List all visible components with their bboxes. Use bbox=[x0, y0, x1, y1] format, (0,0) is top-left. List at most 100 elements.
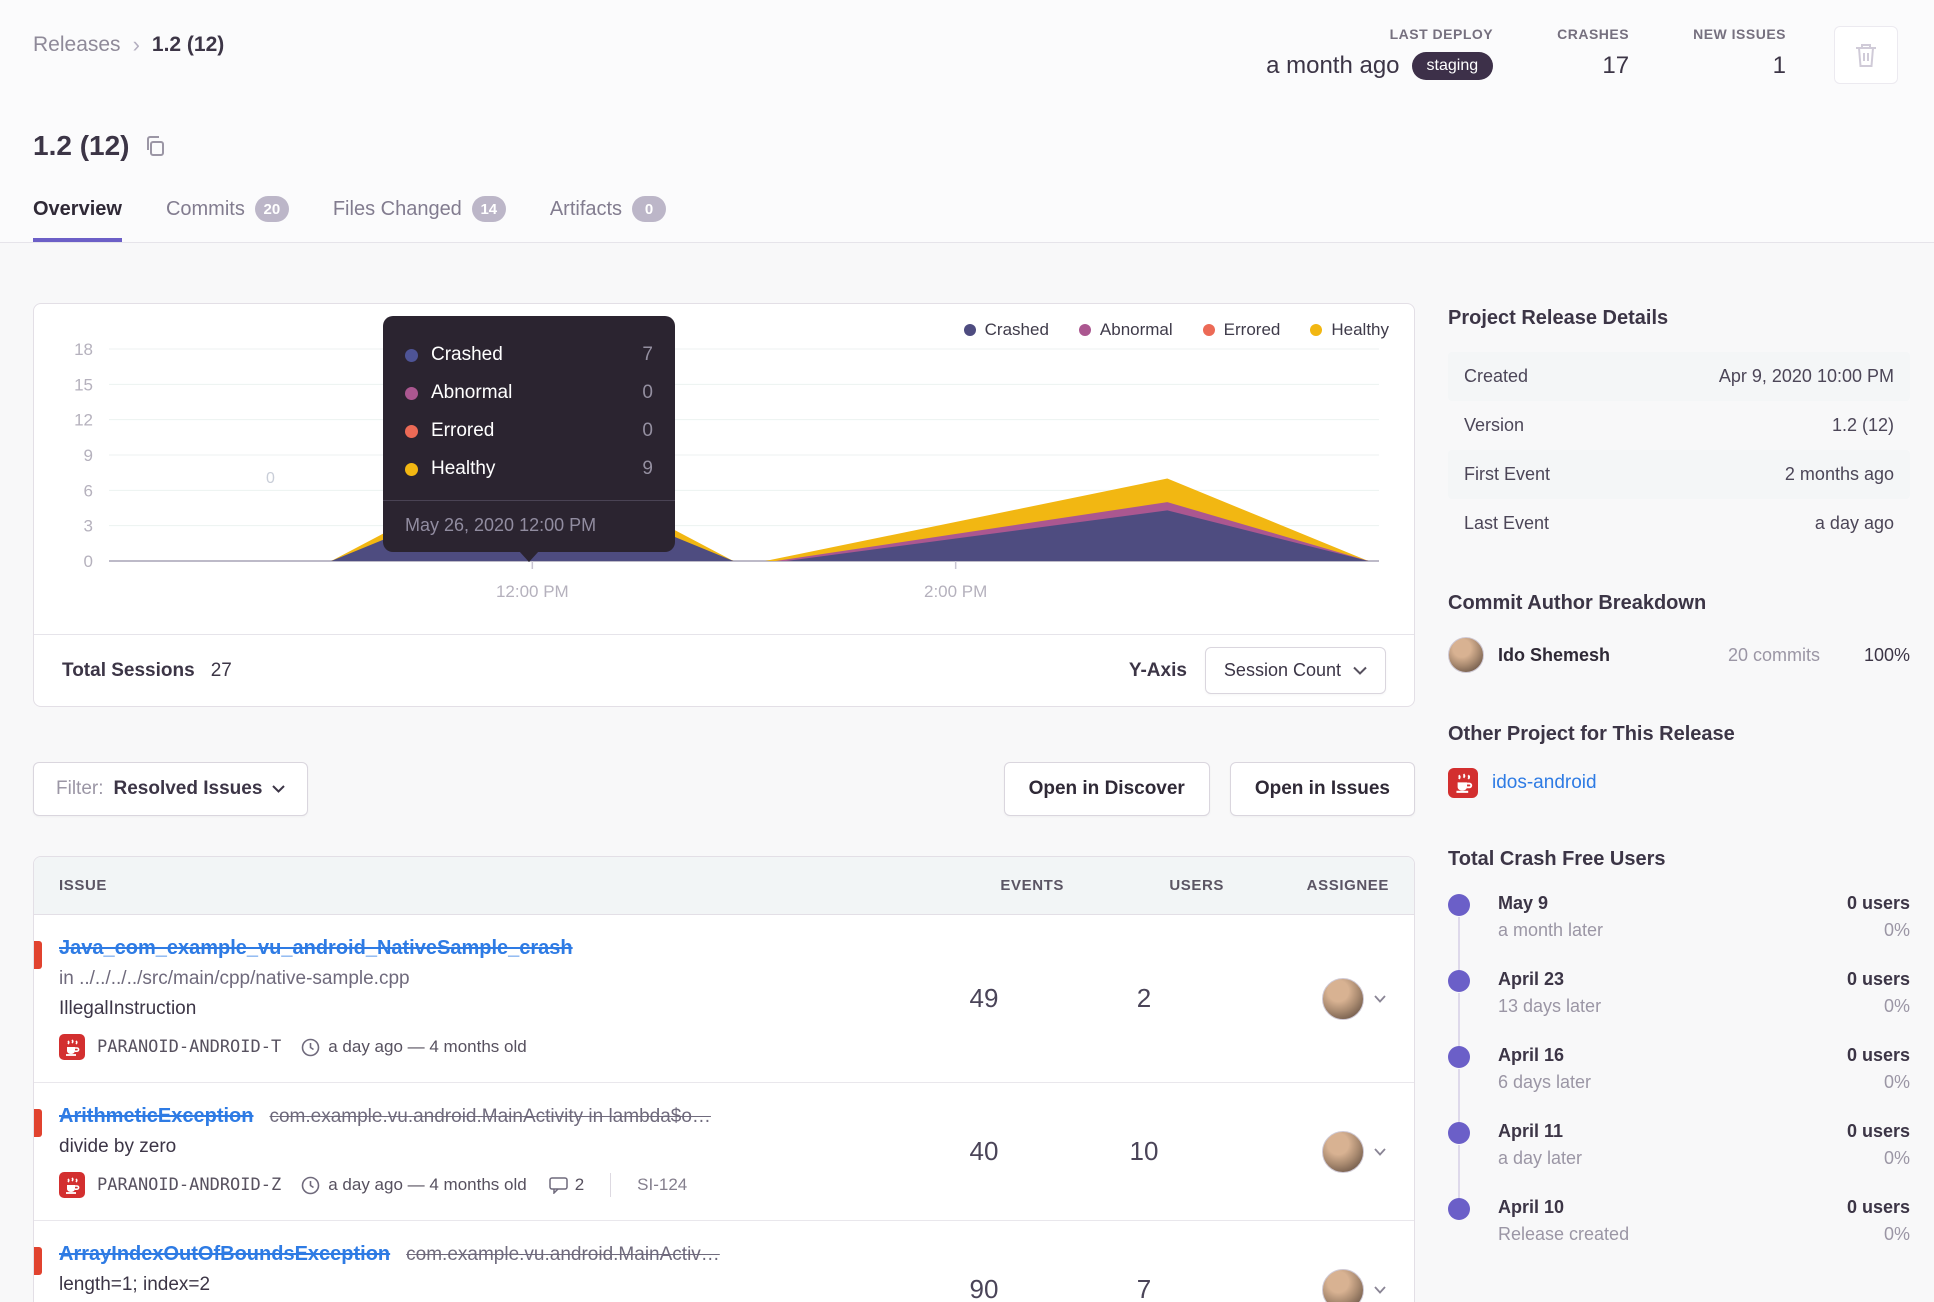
new-issues-value: 1 bbox=[1772, 52, 1786, 79]
commit-authors-heading: Commit Author Breakdown bbox=[1448, 592, 1707, 614]
issue-location: com.example.vu.android.MainActiv… bbox=[406, 1244, 720, 1265]
release-stats: LAST DEPLOY a month ago staging CRASHES … bbox=[1266, 26, 1786, 80]
linked-issue-ref[interactable]: SI-124 bbox=[637, 1175, 687, 1195]
tooltip-healthy-dot-icon bbox=[405, 462, 418, 476]
first-event-value: 2 months ago bbox=[1784, 464, 1894, 484]
svg-text:0: 0 bbox=[84, 552, 93, 571]
release-details-table: Created Apr 9, 2020 10:00 PM Version 1.2… bbox=[1448, 352, 1910, 548]
release-details-heading: Project Release Details bbox=[1448, 307, 1669, 329]
tooltip-errored-label: Errored bbox=[431, 420, 495, 441]
y-axis-select[interactable]: Session Count bbox=[1204, 647, 1386, 694]
timeline-date: April 10 bbox=[1498, 1197, 1565, 1217]
trash-icon bbox=[1853, 41, 1879, 69]
issue-events-count: 40 bbox=[969, 1136, 999, 1166]
sessions-chart: Crashed Abnormal Errored Healthy 0 0 3 6… bbox=[34, 304, 1414, 634]
detail-row-created: Created Apr 9, 2020 10:00 PM bbox=[1448, 352, 1910, 401]
tab-bar: Overview Commits 20 Files Changed 14 Art… bbox=[0, 162, 1934, 243]
svg-text:3: 3 bbox=[84, 517, 93, 536]
tooltip-errored-value: 0 bbox=[642, 420, 653, 441]
assignee-chevron-down-icon[interactable] bbox=[1374, 1147, 1386, 1156]
issue-events-count: 90 bbox=[969, 1274, 999, 1302]
open-in-issues-button[interactable]: Open in Issues bbox=[1229, 762, 1415, 816]
unhandled-indicator bbox=[34, 1247, 42, 1275]
assignee-avatar[interactable] bbox=[1322, 977, 1364, 1020]
issue-title-link[interactable]: ArithmeticException bbox=[59, 1105, 253, 1128]
comment-count: 2 bbox=[574, 1175, 585, 1194]
issue-title-link[interactable]: Java_com_example_vu_android_NativeSample… bbox=[59, 937, 573, 960]
timeline-entry: May 9 0 users a month later 0% bbox=[1448, 893, 1910, 971]
issues-filter-bar: Filter: Resolved Issues Open in Discover… bbox=[33, 762, 1415, 816]
timeline-date: April 23 bbox=[1498, 969, 1565, 989]
issues-table: ISSUE EVENTS USERS ASSIGNEE Java_com_exa… bbox=[33, 856, 1415, 1302]
timeline-users: 0 users bbox=[1846, 1121, 1910, 1141]
breadcrumb-releases-link[interactable]: Releases bbox=[33, 33, 121, 57]
assignee-avatar[interactable] bbox=[1322, 1268, 1364, 1302]
stat-crashes: CRASHES 17 bbox=[1557, 26, 1629, 80]
tooltip-abnormal-label: Abnormal bbox=[431, 382, 513, 403]
timeline-entry: April 16 0 users 6 days later 0% bbox=[1448, 1045, 1910, 1123]
java-platform-icon bbox=[59, 1172, 85, 1198]
issues-filter-select[interactable]: Filter: Resolved Issues bbox=[33, 762, 309, 816]
assignee-avatar[interactable] bbox=[1322, 1130, 1364, 1173]
project-slug: PARANOID-ANDROID-T bbox=[97, 1037, 282, 1057]
issue-age: a day ago — 4 months old bbox=[328, 1175, 527, 1194]
issue-users-count: 2 bbox=[1136, 983, 1152, 1013]
timeline-dot-icon bbox=[1448, 1198, 1470, 1220]
column-events: EVENTS bbox=[1000, 877, 1064, 894]
tab-artifacts[interactable]: Artifacts 0 bbox=[549, 196, 667, 242]
tab-commits-badge: 20 bbox=[254, 196, 289, 222]
tab-artifacts-label: Artifacts bbox=[549, 197, 623, 220]
issue-culprit: length=1; index=2 bbox=[59, 1274, 211, 1295]
issue-row: ArrayIndexOutOfBoundsException com.examp… bbox=[34, 1221, 1414, 1302]
y-axis-selected-value: Session Count bbox=[1223, 660, 1341, 680]
timeline-relative: 13 days later bbox=[1498, 996, 1602, 1016]
timeline-users: 0 users bbox=[1846, 969, 1910, 989]
crashes-label: CRASHES bbox=[1557, 26, 1630, 42]
chart-tooltip: Crashed 7 Abnormal 0 Errored 0 Healthy 9… bbox=[383, 316, 675, 562]
unhandled-indicator bbox=[34, 941, 42, 969]
timeline-date: April 11 bbox=[1498, 1121, 1564, 1141]
filter-label: Filter: bbox=[56, 778, 104, 799]
issue-events-count: 49 bbox=[969, 983, 999, 1013]
tab-files-changed[interactable]: Files Changed 14 bbox=[333, 196, 506, 242]
other-project-link[interactable]: idos-android bbox=[1492, 772, 1597, 794]
assignee-chevron-down-icon[interactable] bbox=[1374, 994, 1386, 1003]
java-platform-icon bbox=[1448, 768, 1478, 798]
comment-icon bbox=[548, 1176, 568, 1194]
tooltip-crashed-dot-icon bbox=[405, 348, 418, 362]
unhandled-indicator bbox=[34, 1109, 42, 1137]
total-sessions-value: 27 bbox=[210, 659, 232, 681]
tab-commits[interactable]: Commits 20 bbox=[166, 196, 289, 242]
tab-overview-label: Overview bbox=[33, 197, 122, 220]
tab-files-changed-badge: 14 bbox=[471, 196, 506, 222]
copy-icon[interactable] bbox=[144, 135, 166, 157]
tooltip-errored-dot-icon bbox=[405, 424, 418, 438]
y-axis-label: Y-Axis bbox=[1128, 659, 1187, 681]
page-title: 1.2 (12) bbox=[33, 130, 130, 161]
environment-badge: staging bbox=[1411, 52, 1494, 80]
total-sessions-label: Total Sessions bbox=[62, 659, 195, 681]
last-deploy-value: a month ago bbox=[1266, 52, 1400, 79]
delete-release-button[interactable] bbox=[1834, 26, 1898, 84]
tab-overview[interactable]: Overview bbox=[33, 196, 122, 242]
version-value: 1.2 (12) bbox=[1831, 415, 1894, 435]
timeline-users: 0 users bbox=[1846, 893, 1910, 913]
svg-text:12:00 PM: 12:00 PM bbox=[496, 582, 569, 601]
page-header: Releases › 1.2 (12) LAST DEPLOY a month … bbox=[0, 0, 1934, 243]
release-sidebar: Project Release Details Created Apr 9, 2… bbox=[1448, 303, 1910, 1302]
svg-text:12: 12 bbox=[74, 411, 93, 430]
timeline-percent: 0% bbox=[1883, 1072, 1910, 1092]
assignee-chevron-down-icon[interactable] bbox=[1374, 1285, 1386, 1294]
issue-row: ArithmeticException com.example.vu.andro… bbox=[34, 1083, 1414, 1221]
issue-title-link[interactable]: ArrayIndexOutOfBoundsException bbox=[59, 1243, 390, 1266]
version-label: Version bbox=[1464, 415, 1525, 435]
tab-artifacts-badge: 0 bbox=[632, 196, 667, 222]
author-commit-count: 20 commits bbox=[1727, 644, 1820, 665]
open-in-discover-button[interactable]: Open in Discover bbox=[1003, 762, 1210, 816]
issue-row: Java_com_example_vu_android_NativeSample… bbox=[34, 915, 1414, 1083]
column-users: USERS bbox=[1169, 877, 1224, 894]
timeline-entry: April 11 0 users a day later 0% bbox=[1448, 1121, 1910, 1199]
timeline-percent: 0% bbox=[1883, 996, 1910, 1016]
tab-files-changed-label: Files Changed bbox=[332, 197, 462, 220]
detail-row-last-event: Last Event a day ago bbox=[1448, 499, 1910, 548]
